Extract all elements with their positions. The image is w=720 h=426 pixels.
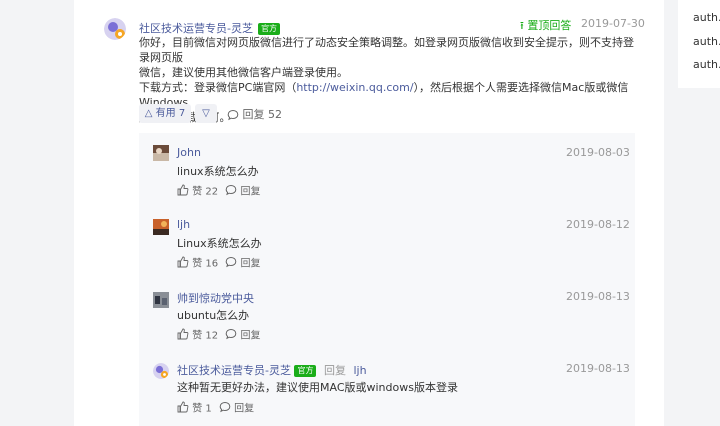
reply-avatar[interactable]	[153, 292, 169, 308]
reply-to-button[interactable]: 回复	[225, 184, 261, 197]
reply-word: 回复	[323, 364, 346, 377]
reply-author[interactable]: ljh	[177, 218, 190, 231]
reply-author-line: 社区技术运营专员-灵芝 官方 回复 ljh	[177, 362, 367, 378]
reply-actions: 赞 1 回复	[177, 399, 254, 414]
reply-author[interactable]: 帅到惊动党中央	[177, 290, 254, 306]
reply-avatar[interactable]	[153, 219, 169, 235]
thumbs-up-icon	[177, 184, 189, 195]
comment-icon	[225, 184, 237, 195]
right-sidebar: auth.c auth.c auth.c	[678, 0, 720, 88]
reply-text: ubuntu怎么办	[177, 309, 250, 322]
reply-date: 2019-08-12	[566, 218, 630, 231]
reply-avatar[interactable]	[153, 363, 169, 379]
thumbs-up-icon	[177, 401, 189, 412]
reply-date: 2019-08-03	[566, 146, 630, 159]
reply-label: 回复	[234, 403, 255, 414]
sidebar-link[interactable]: auth.c	[693, 35, 720, 48]
reply-button[interactable]: 回复 52	[227, 106, 282, 122]
official-badge: 官方	[258, 23, 281, 35]
reply-to-button[interactable]: 回复	[225, 256, 261, 269]
author-line: 社区技术运营专员-灵芝 官方	[139, 17, 281, 36]
reply-text: 这种暂无更好办法，建议使用MAC版或windows版本登录	[177, 381, 458, 394]
like-count: 赞 22	[192, 186, 219, 197]
reply-author[interactable]: 社区技术运营专员-灵芝	[177, 364, 291, 377]
post-text: 下载方式：登录微信PC端官网（	[139, 81, 297, 94]
reply-count: 回复 52	[242, 108, 283, 121]
comment-icon	[219, 401, 231, 412]
reply-actions: 赞 16 回复	[177, 254, 260, 269]
downvote-button[interactable]: ▽	[195, 104, 217, 123]
weixin-link[interactable]: http://weixin.qq.com/	[296, 81, 413, 94]
thumbs-up-icon	[177, 256, 189, 267]
author-avatar[interactable]	[104, 18, 126, 40]
upvote-button[interactable]: △ 有用 7	[139, 104, 191, 123]
post-line: 你好，目前微信对网页版微信进行了动态安全策略调整。如登录网页版微信收到安全提示，…	[139, 36, 634, 64]
reply-avatar[interactable]	[153, 145, 169, 161]
reply-author[interactable]: John	[177, 146, 201, 159]
comment-icon	[225, 328, 237, 339]
post-line: 微信，建议使用其他微信客户端登录使用。	[139, 66, 348, 79]
triangle-up-icon: △	[144, 108, 153, 119]
reply-actions: 赞 12 回复	[177, 326, 260, 341]
thumbs-up-icon	[177, 328, 189, 339]
pin-indicator: ⭱ 置顶回答	[520, 17, 571, 36]
pin-top-icon: ⭱	[520, 19, 524, 32]
pin-label: 置顶回答	[527, 19, 572, 32]
like-count: 赞 16	[192, 258, 219, 269]
post-date: 2019-07-30	[581, 17, 645, 30]
reply-label: 回复	[240, 258, 261, 269]
reply-to-button[interactable]: 回复	[225, 328, 261, 341]
reply-date: 2019-08-13	[566, 290, 630, 303]
reply-actions: 赞 22 回复	[177, 182, 260, 197]
sidebar-link[interactable]: auth.c	[693, 58, 720, 71]
comment-icon	[227, 109, 239, 121]
reply-text: Linux系统怎么办	[177, 237, 262, 250]
reply-to-user[interactable]: ljh	[353, 364, 366, 377]
sidebar-link[interactable]: auth.c	[693, 11, 720, 24]
comment-icon	[225, 256, 237, 267]
triangle-down-icon: ▽	[202, 108, 210, 119]
author-name[interactable]: 社区技术运营专员-灵芝	[139, 22, 253, 35]
official-badge: 官方	[294, 365, 317, 377]
reply-label: 回复	[240, 186, 261, 197]
reply-text: linux系统怎么办	[177, 165, 259, 178]
reply-date: 2019-08-13	[566, 362, 630, 375]
like-button[interactable]: 赞 22	[177, 184, 221, 197]
reply-to-button[interactable]: 回复	[219, 401, 255, 414]
upvote-label: 有用 7	[155, 108, 186, 119]
like-count: 赞 1	[192, 403, 212, 414]
like-button[interactable]: 赞 16	[177, 256, 221, 269]
like-button[interactable]: 赞 12	[177, 328, 221, 341]
like-button[interactable]: 赞 1	[177, 401, 215, 414]
like-count: 赞 12	[192, 330, 219, 341]
reply-label: 回复	[240, 330, 261, 341]
